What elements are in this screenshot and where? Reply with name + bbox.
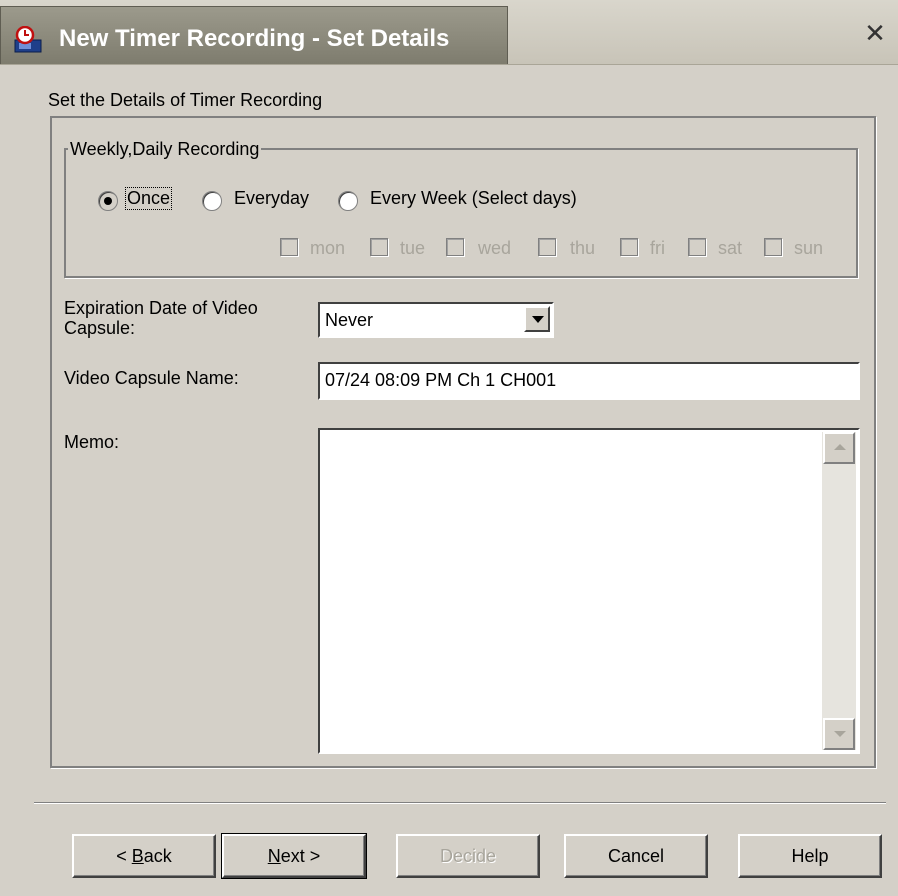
capsule-name-input[interactable]: 07/24 08:09 PM Ch 1 CH001: [318, 362, 860, 400]
next-button-key: N: [267, 846, 281, 866]
expiration-select[interactable]: Never: [318, 302, 554, 338]
recording-frequency-legend: Weekly,Daily Recording: [68, 139, 262, 160]
memo-label: Memo:: [64, 432, 120, 452]
radio-every-week-label[interactable]: Every Week (Select days): [370, 188, 577, 209]
checkbox-mon[interactable]: [280, 238, 298, 256]
radio-every-week[interactable]: [338, 191, 358, 211]
radio-everyday-label[interactable]: Everyday: [234, 188, 309, 209]
scroll-down-icon[interactable]: [823, 718, 855, 750]
title-bar: New Timer Recording - Set Details ✕: [0, 0, 898, 65]
capsule-name-label: Video Capsule Name:: [64, 368, 239, 388]
footer-separator: [34, 802, 886, 804]
decide-button-label: Decide: [439, 846, 497, 866]
cancel-button-label: Cancel: [607, 846, 665, 866]
details-heading: Set the Details of Timer Recording: [48, 90, 323, 110]
cancel-button[interactable]: Cancel: [564, 834, 708, 878]
back-button-key: B: [131, 846, 144, 866]
checkbox-wed-label: wed: [478, 238, 512, 258]
checkbox-sat-label: sat: [718, 238, 743, 258]
checkbox-sun-label: sun: [794, 238, 824, 258]
capsule-name-value: 07/24 08:09 PM Ch 1 CH001: [325, 370, 557, 390]
expiration-select-value: Never: [325, 310, 374, 330]
radio-once-label[interactable]: Once: [124, 187, 173, 210]
scroll-up-icon[interactable]: [823, 432, 855, 464]
expiration-label-line1: Expiration Date of Video: [64, 298, 258, 318]
chevron-down-icon[interactable]: [524, 306, 550, 332]
memo-scrollbar[interactable]: [822, 432, 856, 750]
checkbox-fri-label: fri: [650, 238, 665, 258]
close-icon[interactable]: ✕: [860, 18, 890, 48]
checkbox-wed[interactable]: [446, 238, 464, 256]
radio-once[interactable]: [98, 191, 118, 211]
help-button-label: Help: [791, 846, 829, 866]
checkbox-sat[interactable]: [688, 238, 706, 256]
expiration-label-line2: Capsule:: [64, 318, 136, 338]
back-button-prefix: <: [116, 846, 132, 866]
title-tab: New Timer Recording - Set Details: [0, 6, 508, 64]
checkbox-fri[interactable]: [620, 238, 638, 256]
checkbox-tue-label: tue: [400, 238, 426, 258]
checkbox-sun[interactable]: [764, 238, 782, 256]
help-button[interactable]: Help: [738, 834, 882, 878]
checkbox-mon-label: mon: [310, 238, 346, 258]
window-title: New Timer Recording - Set Details: [59, 25, 450, 52]
recording-app-icon: [14, 26, 42, 53]
decide-button[interactable]: Decide: [396, 834, 540, 878]
back-button[interactable]: < Back: [72, 834, 216, 878]
checkbox-tue[interactable]: [370, 238, 388, 256]
checkbox-thu[interactable]: [538, 238, 556, 256]
radio-everyday[interactable]: [202, 191, 222, 211]
next-button[interactable]: Next >: [221, 833, 367, 879]
checkbox-thu-label: thu: [570, 238, 596, 258]
next-button-rest: ext >: [280, 846, 321, 866]
expiration-label: Expiration Date of Video Capsule:: [64, 298, 258, 338]
memo-textarea[interactable]: [318, 428, 860, 754]
back-button-rest: ack: [143, 846, 172, 866]
